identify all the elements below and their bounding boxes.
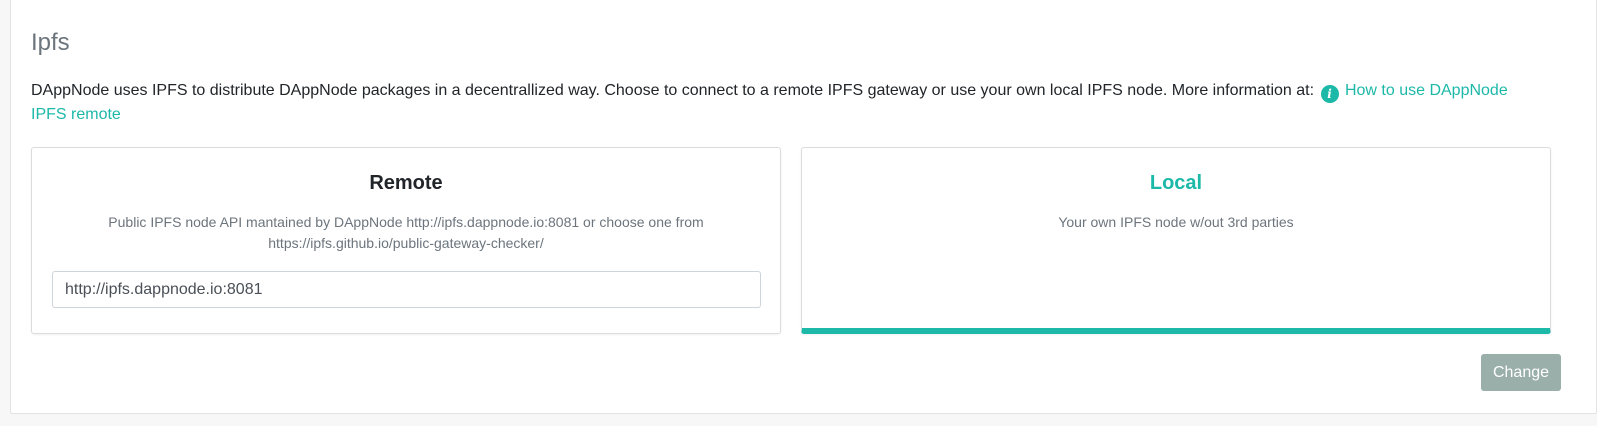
local-option-card[interactable]: Local Your own IPFS node w/out 3rd parti… bbox=[801, 147, 1551, 334]
info-circle-icon: i bbox=[1320, 85, 1339, 103]
local-option-description: Your own IPFS node w/out 3rd parties bbox=[1058, 214, 1294, 230]
remote-option-title: Remote bbox=[369, 172, 443, 194]
ipfs-settings-panel: Ipfs DAppNode uses IPFS to distribute DA… bbox=[10, 0, 1597, 414]
remote-option-card[interactable]: Remote Public IPFS node API mantained by… bbox=[31, 147, 781, 334]
description-text: DAppNode uses IPFS to distribute DAppNod… bbox=[31, 82, 1319, 99]
remote-gateway-input[interactable] bbox=[52, 271, 761, 308]
section-description: DAppNode uses IPFS to distribute DAppNod… bbox=[31, 79, 1531, 127]
change-button[interactable]: Change bbox=[1481, 354, 1561, 391]
remote-option-description: Public IPFS node API mantained by DAppNo… bbox=[108, 214, 704, 251]
local-option-title: Local bbox=[1149, 172, 1203, 194]
section-title: Ipfs bbox=[31, 29, 70, 56]
